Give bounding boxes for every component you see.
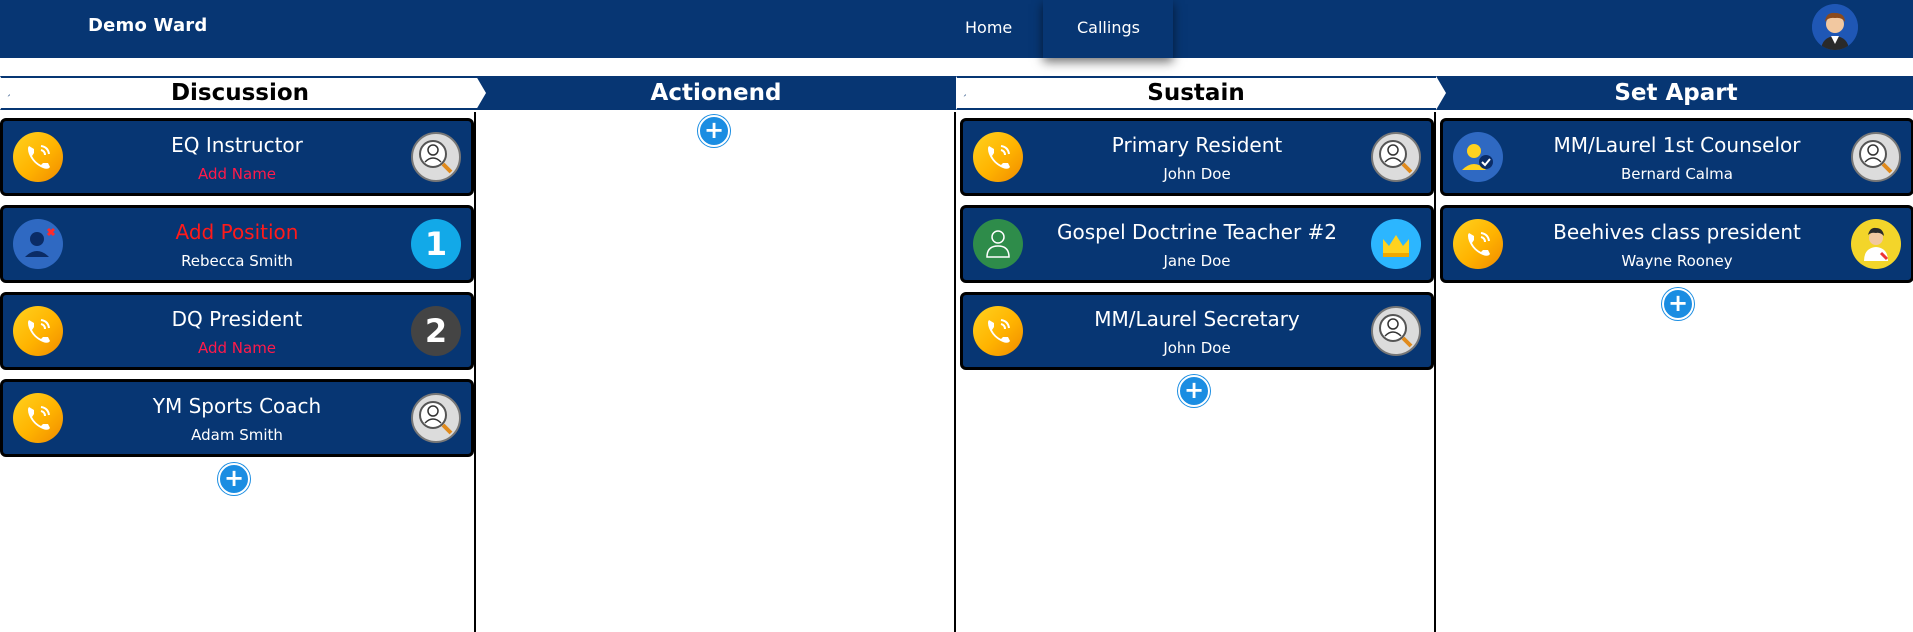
nav-callings-tab[interactable]: Callings (1043, 0, 1173, 58)
phone-icon[interactable] (973, 306, 1023, 356)
calling-card[interactable]: MM/Laurel Secretary John Doe (960, 292, 1434, 370)
plus-icon: + (223, 464, 245, 492)
column-title: Discussion (170, 80, 310, 106)
column-sustain: Sustain Primary Resident John Doe Gospel… (956, 74, 1436, 631)
chevron-right-icon (1436, 85, 1446, 101)
search-person-icon[interactable] (411, 132, 461, 182)
number-1-icon[interactable]: 1 (411, 219, 461, 269)
phone-icon[interactable] (13, 306, 63, 356)
callings-board: Discussion EQ Instructor Add Name Add Po… (0, 74, 1913, 632)
member-name[interactable]: John Doe (1023, 339, 1371, 357)
calling-card[interactable]: Primary Resident John Doe (960, 118, 1434, 196)
phone-icon[interactable] (13, 132, 63, 182)
search-person-icon[interactable] (1851, 132, 1901, 182)
nav-callings-label[interactable]: Callings (1077, 18, 1140, 37)
position-title[interactable]: Gospel Doctrine Teacher #2 (1023, 220, 1371, 244)
add-calling-button[interactable]: + (1662, 288, 1694, 320)
search-person-icon[interactable] (411, 393, 461, 443)
top-navbar: Demo Ward Home Callings (0, 0, 1913, 58)
phone-icon[interactable] (973, 132, 1023, 182)
user-check-icon[interactable] (1453, 132, 1503, 182)
member-name[interactable]: Adam Smith (63, 426, 411, 444)
brand-name[interactable]: Demo Ward (88, 15, 207, 36)
green-user-icon[interactable] (973, 219, 1023, 269)
member-name[interactable]: Jane Doe (1023, 252, 1371, 270)
calling-card[interactable]: YM Sports Coach Adam Smith (0, 379, 474, 457)
search-person-icon[interactable] (1371, 306, 1421, 356)
calling-card[interactable]: EQ Instructor Add Name (0, 118, 474, 196)
column-header: Action end (476, 76, 956, 110)
member-name[interactable]: Add Name (63, 165, 411, 183)
column-title: Sustain (1147, 80, 1245, 106)
add-calling-button[interactable]: + (218, 463, 250, 495)
position-title[interactable]: MM/Laurel Secretary (1023, 307, 1371, 331)
chevron-right-icon (476, 85, 486, 101)
add-calling-button[interactable]: + (698, 115, 730, 147)
phone-icon[interactable] (13, 393, 63, 443)
member-name[interactable]: Rebecca Smith (63, 252, 411, 270)
position-title[interactable]: Beehives class president (1503, 220, 1851, 244)
member-name[interactable]: Wayne Rooney (1503, 252, 1851, 270)
user-avatar[interactable] (1812, 4, 1858, 50)
column-title: Set Apart (1614, 80, 1738, 106)
column-action: Action end + (476, 74, 956, 631)
member-name[interactable]: Add Name (63, 339, 411, 357)
plus-icon: + (1667, 289, 1689, 317)
column-header: Sustain (956, 76, 1436, 110)
calling-card[interactable]: Beehives class president Wayne Rooney (1440, 205, 1913, 283)
member-name[interactable]: John Doe (1023, 165, 1371, 183)
column-header: Discussion (0, 76, 480, 110)
nav-home-link[interactable]: Home (965, 18, 1012, 37)
position-title[interactable]: EQ Instructor (63, 133, 411, 157)
position-title[interactable]: YM Sports Coach (63, 394, 411, 418)
member-name[interactable]: Bernard Calma (1503, 165, 1851, 183)
column-header: Set Apart (1436, 76, 1913, 110)
column-title: Action (650, 80, 734, 106)
crown-icon[interactable] (1371, 219, 1421, 269)
add-calling-button[interactable]: + (1178, 375, 1210, 407)
column-set-apart: Set Apart MM/Laurel 1st Counselor Bernar… (1436, 74, 1913, 631)
plus-icon: + (1183, 376, 1205, 404)
chevron-right-icon (0, 87, 10, 103)
position-title[interactable]: Add Position (63, 220, 411, 244)
avatar-icon (1812, 4, 1858, 50)
position-title[interactable]: Primary Resident (1023, 133, 1371, 157)
number-2-icon[interactable]: 2 (411, 306, 461, 356)
calling-card[interactable]: MM/Laurel 1st Counselor Bernard Calma (1440, 118, 1913, 196)
plus-icon: + (703, 116, 725, 144)
position-title[interactable]: DQ President (63, 307, 411, 331)
calling-card[interactable]: DQ President Add Name 2 (0, 292, 474, 370)
calling-card[interactable]: Gospel Doctrine Teacher #2 Jane Doe (960, 205, 1434, 283)
calling-card[interactable]: Add Position Rebecca Smith 1 (0, 205, 474, 283)
doctor-icon[interactable] (1851, 219, 1901, 269)
position-title[interactable]: MM/Laurel 1st Counselor (1503, 133, 1851, 157)
chevron-right-icon (956, 87, 966, 103)
search-person-icon[interactable] (1371, 132, 1421, 182)
user-remove-icon[interactable] (13, 219, 63, 269)
phone-icon[interactable] (1453, 219, 1503, 269)
column-discussion: Discussion EQ Instructor Add Name Add Po… (0, 74, 480, 631)
